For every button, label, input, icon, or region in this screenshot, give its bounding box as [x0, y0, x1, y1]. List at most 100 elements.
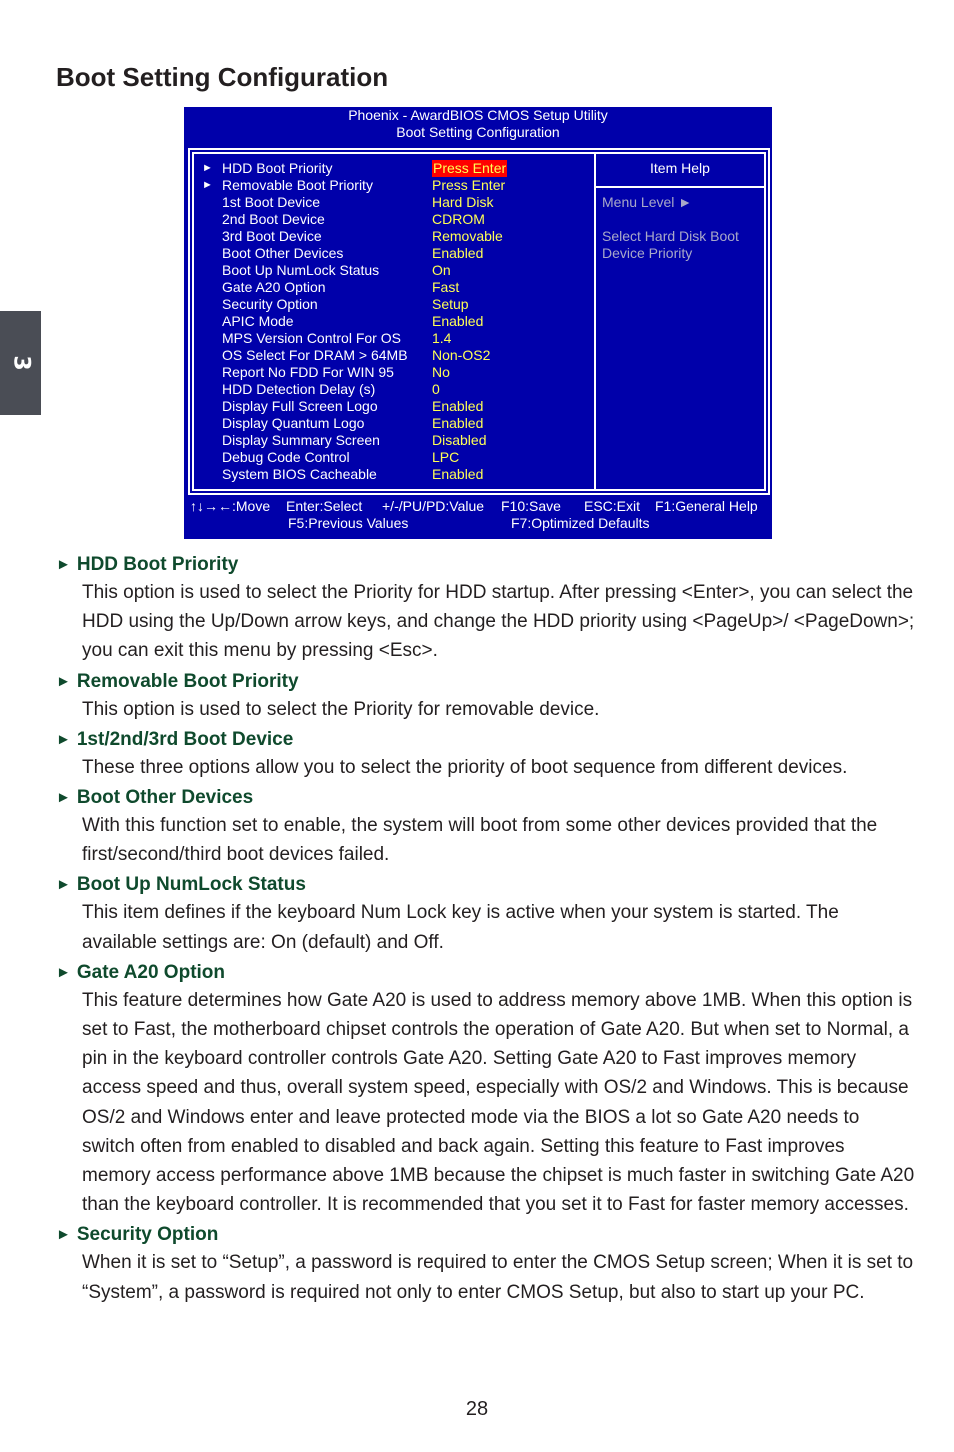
- page-number: 28: [465, 1398, 489, 1420]
- item-help-panel: Item Help Menu Level ► Select Hard Disk …: [596, 154, 764, 489]
- bios-setting-label: HDD Boot Priority: [222, 160, 333, 176]
- section-body: This item defines if the keyboard Num Lo…: [82, 902, 839, 953]
- section-body: With this function set to enable, the sy…: [82, 815, 878, 866]
- bios-page-title: Boot Setting Configuration: [396, 124, 560, 140]
- bios-setting-label: 3rd Boot Device: [222, 228, 322, 244]
- help-text-line: Select Hard Disk Boot: [602, 228, 739, 244]
- bios-setting-value[interactable]: Enabled: [432, 398, 483, 415]
- section-body: When it is set to “Setup”, a password is…: [82, 1252, 914, 1303]
- key-save: F10:Save: [501, 498, 561, 514]
- submenu-arrow-icon: ►: [202, 179, 213, 191]
- bios-setting-label: Debug Code Control: [222, 449, 350, 465]
- option-section: ► Security Option When it is set to “Setup…: [56, 1221, 916, 1306]
- bios-setting-label: System BIOS Cacheable: [222, 466, 377, 482]
- bios-setting-value[interactable]: Enabled: [432, 245, 483, 262]
- bios-setting-value[interactable]: Enabled: [432, 415, 483, 432]
- menu-level-indicator: Menu Level ►: [602, 194, 693, 210]
- bios-setting-label: OS Select For DRAM > 64MB: [222, 347, 408, 363]
- option-section: ► Boot Other Devices With this function se…: [56, 784, 916, 869]
- section-body: This option is used to select the Priori…: [82, 582, 915, 662]
- section-heading: ► HDD Boot Priority: [56, 551, 916, 578]
- option-section: ► Gate A20 Option This feature determines …: [56, 959, 916, 1220]
- bios-setting-label: Display Summary Screen: [222, 432, 380, 448]
- bios-setting-value[interactable]: Hard Disk: [432, 194, 493, 211]
- key-previous-values: F5:Previous Values: [288, 515, 409, 531]
- help-text-line: Device Priority: [602, 245, 693, 261]
- submenu-arrow-icon: ►: [202, 162, 213, 174]
- bios-setting-label: Gate A20 Option: [222, 279, 326, 295]
- bios-setting-value[interactable]: Removable: [432, 228, 503, 245]
- key-optimized-defaults: F7:Optimized Defaults: [511, 515, 650, 531]
- bios-setting-label: MPS Version Control For OS: [222, 330, 401, 346]
- section-heading-text: 1st/2nd/3rd Boot Device: [76, 728, 294, 750]
- section-heading: ► Boot Up NumLock Status: [56, 871, 916, 898]
- bios-setting-value[interactable]: Press Enter: [432, 160, 508, 177]
- bios-setting-value[interactable]: Press Enter: [432, 177, 505, 194]
- section-heading: ► Gate A20 Option: [56, 959, 916, 986]
- key-move: ↑↓→←:Move: [190, 498, 271, 514]
- bios-setting-label: Display Full Screen Logo: [222, 398, 378, 414]
- chapter-number: 3: [8, 355, 33, 371]
- option-descriptions: ► HDD Boot Priority This option is used to…: [56, 551, 916, 1309]
- bios-setting-value[interactable]: No: [432, 364, 450, 381]
- bios-setting-value[interactable]: Non-OS2: [432, 347, 490, 364]
- bios-setting-label: Removable Boot Priority: [222, 177, 373, 193]
- triangle-bullet-icon: ►: [56, 963, 71, 981]
- triangle-bullet-icon: ►: [56, 876, 71, 894]
- bios-header: Phoenix - AwardBIOS CMOS Setup Utility B…: [184, 107, 772, 141]
- section-heading-text: Removable Boot Priority: [76, 670, 299, 692]
- chapter-tab: 3: [0, 311, 41, 415]
- section-body: This feature determines how Gate A20 is …: [82, 989, 915, 1216]
- key-value: +/-/PU/PD:Value: [382, 498, 485, 514]
- section-heading: ► Boot Other Devices: [56, 784, 916, 811]
- triangle-bullet-icon: ►: [56, 1226, 71, 1244]
- option-section: ► HDD Boot Priority This option is used to…: [56, 551, 916, 666]
- section-heading: ► Removable Boot Priority: [56, 668, 916, 695]
- section-heading: ► 1st/2nd/3rd Boot Device: [56, 726, 916, 753]
- bios-setting-value[interactable]: Enabled: [432, 466, 483, 483]
- section-heading-text: Security Option: [76, 1224, 219, 1246]
- triangle-bullet-icon: ►: [56, 730, 71, 748]
- bios-setting-value[interactable]: Enabled: [432, 313, 483, 330]
- key-general-help: F1:General Help: [655, 498, 758, 514]
- bios-utility-title: Phoenix - AwardBIOS CMOS Setup Utility: [348, 107, 608, 123]
- item-help-title: Item Help: [596, 154, 764, 188]
- key-select: Enter:Select: [286, 498, 363, 514]
- bios-setting-label: APIC Mode: [222, 313, 294, 329]
- key-exit: ESC:Exit: [584, 498, 641, 514]
- bios-setting-value[interactable]: LPC: [432, 449, 459, 466]
- bios-setting-label: HDD Detection Delay (s): [222, 381, 376, 397]
- triangle-bullet-icon: ►: [56, 789, 71, 807]
- section-heading-text: Boot Other Devices: [76, 787, 254, 809]
- triangle-bullet-icon: ►: [56, 556, 71, 573]
- triangle-bullet-icon: ►: [56, 672, 71, 690]
- bios-setting-value[interactable]: Disabled: [432, 432, 486, 449]
- option-section: ► Removable Boot Priority This option is u…: [56, 668, 916, 724]
- bios-setting-label: 2nd Boot Device: [222, 211, 325, 227]
- bios-frame: ► HDD Boot Priority Press Enter ► Removable …: [188, 148, 770, 495]
- bios-screenshot: Phoenix - AwardBIOS CMOS Setup Utility B…: [184, 107, 772, 539]
- bios-setting-value[interactable]: CDROM: [432, 211, 485, 228]
- option-section: ► Boot Up NumLock Status This item defines…: [56, 871, 916, 956]
- bios-setting-label: Display Quantum Logo: [222, 415, 365, 431]
- bios-setting-value[interactable]: 1.4: [432, 330, 451, 347]
- bios-setting-value[interactable]: Fast: [432, 279, 459, 296]
- item-help-body: Menu Level ► Select Hard Disk Boot Devic…: [596, 188, 764, 268]
- option-section: ► 1st/2nd/3rd Boot Device These three opti…: [56, 726, 916, 782]
- section-heading-text: HDD Boot Priority: [76, 554, 239, 575]
- bios-setting-label: Boot Up NumLock Status: [222, 262, 380, 278]
- bios-setting-label: Security Option: [222, 296, 318, 312]
- section-body: This option is used to select the Priori…: [82, 698, 600, 720]
- bios-setting-label: Report No FDD For WIN 95: [222, 364, 394, 380]
- section-heading-text: Boot Up NumLock Status: [76, 874, 306, 896]
- page-title: Boot Setting Configuration: [56, 62, 389, 92]
- bios-setting-value[interactable]: On: [432, 262, 451, 279]
- bios-setting-value[interactable]: 0: [432, 381, 440, 398]
- bios-setting-label: Boot Other Devices: [222, 245, 344, 261]
- section-heading-text: Gate A20 Option: [76, 961, 226, 983]
- bios-setting-label: 1st Boot Device: [222, 194, 321, 210]
- bios-setting-value[interactable]: Setup: [432, 296, 469, 313]
- bios-inner-frame: ► HDD Boot Priority Press Enter ► Removable …: [192, 152, 766, 491]
- section-body: These three options allow you to select …: [82, 756, 848, 778]
- section-heading: ► Security Option: [56, 1221, 916, 1248]
